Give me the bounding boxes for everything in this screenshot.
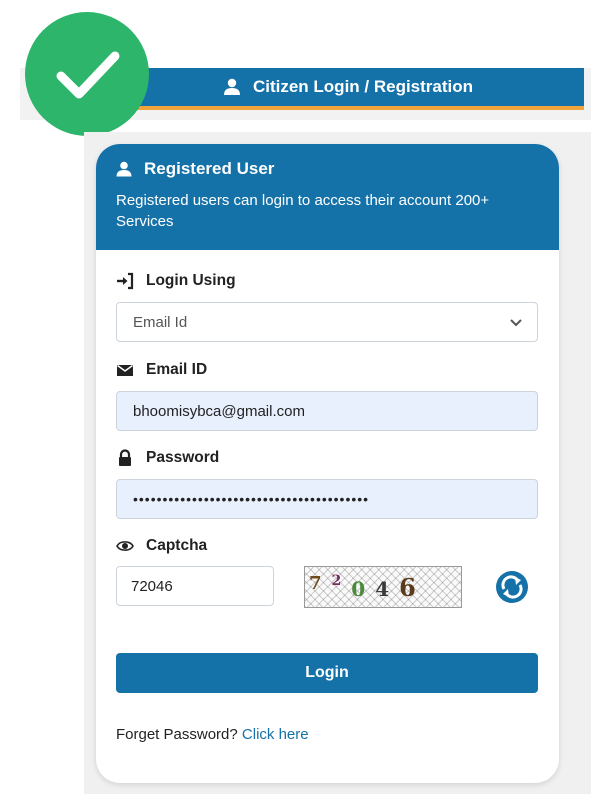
captcha-char: 7 bbox=[309, 572, 322, 594]
captcha-char: 4 bbox=[375, 577, 390, 601]
header-bar: Citizen Login / Registration bbox=[112, 68, 584, 110]
header-title: Citizen Login / Registration bbox=[252, 77, 474, 96]
eye-icon bbox=[116, 537, 134, 555]
captcha-label-row: Captcha bbox=[116, 537, 207, 555]
forget-password-row: Forget Password? Click here bbox=[116, 726, 309, 743]
captcha-value: 72046 bbox=[131, 577, 173, 595]
card-header: Registered User Registered users can log… bbox=[96, 144, 559, 250]
card-title: Registered User bbox=[144, 159, 275, 178]
login-card: Registered User Registered users can log… bbox=[96, 144, 559, 783]
chevron-down-icon bbox=[509, 315, 523, 329]
email-field[interactable]: bhoomisybca@gmail.com bbox=[116, 391, 538, 431]
user-icon bbox=[223, 78, 241, 96]
email-label: Email ID bbox=[146, 361, 208, 378]
captcha-input[interactable]: 72046 bbox=[116, 566, 274, 606]
user-icon bbox=[116, 161, 132, 177]
forget-password-text: Forget Password? bbox=[116, 726, 238, 743]
success-check-icon bbox=[25, 12, 149, 136]
login-button[interactable]: Login bbox=[116, 653, 538, 693]
refresh-captcha-icon[interactable] bbox=[493, 568, 531, 606]
login-using-label: Login Using bbox=[146, 272, 236, 289]
password-label-row: Password bbox=[116, 449, 219, 467]
email-label-row: Email ID bbox=[116, 361, 207, 379]
envelope-icon bbox=[116, 361, 134, 379]
lock-icon bbox=[116, 449, 134, 467]
login-using-select[interactable]: Email Id bbox=[116, 302, 538, 342]
captcha-label: Captcha bbox=[146, 537, 208, 554]
card-title-row: Registered User bbox=[116, 158, 539, 180]
forget-password-link[interactable]: Click here bbox=[242, 726, 309, 743]
sign-in-icon bbox=[116, 272, 134, 290]
password-value: •••••••••••••••••••••••••••••••••••••••• bbox=[133, 491, 370, 507]
login-using-label-row: Login Using bbox=[116, 272, 236, 290]
captcha-char: 6 bbox=[399, 572, 416, 602]
captcha-image: 72046 bbox=[304, 566, 462, 608]
card-description: Registered users can login to access the… bbox=[116, 192, 490, 230]
password-field[interactable]: •••••••••••••••••••••••••••••••••••••••• bbox=[116, 479, 538, 519]
email-value: bhoomisybca@gmail.com bbox=[133, 402, 305, 420]
captcha-char: 2 bbox=[331, 573, 342, 589]
password-label: Password bbox=[146, 449, 220, 466]
captcha-char: 0 bbox=[351, 577, 366, 601]
login-using-value: Email Id bbox=[133, 313, 188, 331]
